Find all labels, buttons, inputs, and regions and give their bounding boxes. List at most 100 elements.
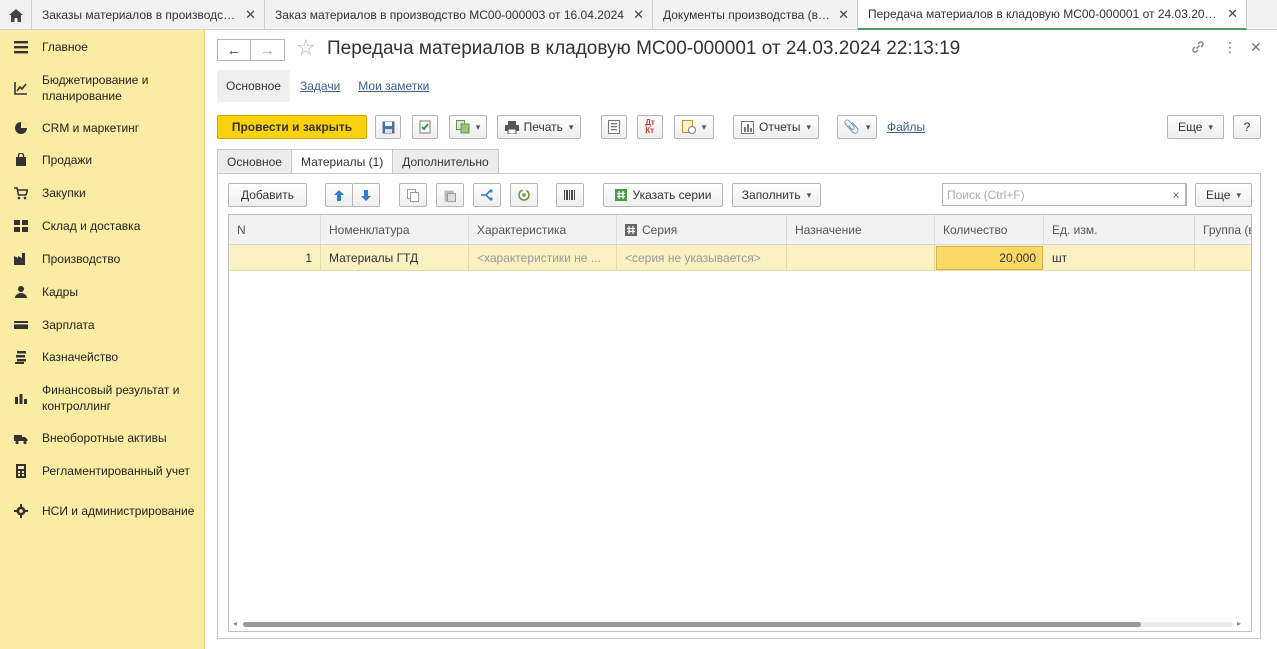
cell-unit[interactable]: шт bbox=[1044, 245, 1195, 271]
sidebar-item-regulated-accounting[interactable]: Регламентированный учет bbox=[0, 462, 205, 480]
sidebar-item-sales[interactable]: Продажи bbox=[0, 151, 205, 169]
window-tab-order-doc[interactable]: Заказ материалов в производство МС00-000… bbox=[265, 0, 653, 30]
home-icon bbox=[8, 8, 23, 22]
reports-label: Отчеты bbox=[758, 120, 801, 134]
sidebar-item-label: НСИ и администрирование bbox=[42, 504, 195, 518]
close-icon[interactable]: ✕ bbox=[1250, 39, 1262, 56]
column-header-characteristic[interactable]: Характеристика bbox=[469, 215, 617, 245]
paste-button[interactable] bbox=[436, 183, 464, 207]
sidebar-item-crm[interactable]: CRM и маркетинг bbox=[0, 119, 205, 137]
structure-button[interactable] bbox=[601, 115, 627, 139]
column-header-purpose[interactable]: Назначение bbox=[787, 215, 935, 245]
tab-additional[interactable]: Дополнительно bbox=[392, 149, 499, 174]
cell-quantity[interactable]: 20,000 bbox=[936, 246, 1043, 270]
move-down-button[interactable] bbox=[352, 183, 380, 207]
sidebar-item-label: Зарплата bbox=[42, 318, 95, 332]
sidebar-item-label: Продажи bbox=[42, 153, 93, 167]
sidebar-item-production[interactable]: Производство bbox=[0, 250, 205, 268]
column-header-n[interactable]: N bbox=[229, 215, 321, 245]
help-button[interactable]: ? bbox=[1233, 115, 1261, 139]
window-tab-orders[interactable]: Заказы материалов в производство ✕ bbox=[32, 0, 265, 30]
fill-button[interactable]: Заполнить bbox=[732, 183, 821, 207]
search-input[interactable]: Поиск (Ctrl+F) bbox=[942, 183, 1186, 206]
column-header-series[interactable]: Серия bbox=[617, 215, 787, 245]
window-tab-transfer-doc[interactable]: Передача материалов в кладовую МС00-0000… bbox=[858, 0, 1247, 30]
sidebar-item-budgeting[interactable]: Бюджетирование и планирование bbox=[0, 72, 205, 104]
table-more-button[interactable]: Еще bbox=[1195, 183, 1252, 207]
chart-line-icon bbox=[14, 82, 27, 95]
column-header-unit[interactable]: Ед. изм. bbox=[1044, 215, 1195, 245]
back-button[interactable]: ← bbox=[217, 39, 251, 61]
copy-icon bbox=[407, 188, 419, 202]
tab-materials[interactable]: Материалы (1) bbox=[290, 149, 394, 174]
sidebar-item-main[interactable]: Главное bbox=[0, 38, 205, 56]
close-icon[interactable]: ✕ bbox=[1227, 6, 1238, 22]
cell-n[interactable]: 1 bbox=[229, 245, 321, 271]
print-button[interactable]: Печать bbox=[497, 115, 581, 139]
refresh-row-button[interactable] bbox=[510, 183, 538, 207]
sidebar-item-label: Закупки bbox=[42, 186, 86, 200]
table-header: N Номенклатура Характеристика Серия Назн… bbox=[229, 215, 1251, 245]
sidebar-item-label: Склад и доставка bbox=[42, 219, 141, 233]
horizontal-scrollbar[interactable]: ◂ ▸ bbox=[233, 619, 1247, 629]
sidebar-item-label: CRM и маркетинг bbox=[42, 121, 140, 135]
create-based-on-icon bbox=[455, 120, 470, 134]
favorite-star-icon[interactable]: ☆ bbox=[296, 37, 316, 59]
close-icon[interactable]: ✕ bbox=[245, 7, 256, 23]
window-tab-production-docs[interactable]: Документы производства (все) ✕ bbox=[653, 0, 858, 30]
debit-credit-button[interactable]: Дт Кт bbox=[637, 115, 663, 139]
post-and-close-button[interactable]: Провести и закрыть bbox=[217, 115, 367, 139]
specify-series-button[interactable]: Указать серии bbox=[603, 183, 723, 207]
reports-button[interactable]: Отчеты bbox=[733, 115, 819, 139]
scroll-right-icon[interactable]: ▸ bbox=[1237, 619, 1241, 628]
save-button[interactable] bbox=[375, 115, 401, 139]
more-vertical-icon[interactable]: ⋮ bbox=[1223, 39, 1237, 56]
column-header-group[interactable]: Группа (в bbox=[1195, 215, 1251, 245]
cell-series[interactable]: <серия не указывается> bbox=[617, 245, 787, 271]
tab-main[interactable]: Основное bbox=[217, 149, 292, 174]
related-documents-button[interactable] bbox=[674, 115, 714, 139]
cell-group[interactable] bbox=[1195, 245, 1251, 271]
column-header-quantity[interactable]: Количество bbox=[935, 215, 1044, 245]
section-notes-link[interactable]: Мои заметки bbox=[358, 79, 429, 93]
copy-row-button[interactable] bbox=[399, 183, 427, 207]
scroll-left-icon[interactable]: ◂ bbox=[233, 619, 237, 628]
create-based-on-button[interactable] bbox=[449, 115, 487, 139]
more-button[interactable]: Еще bbox=[1167, 115, 1224, 139]
table-row[interactable]: 1 Материалы ГТД <характеристики не ... <… bbox=[229, 245, 1251, 271]
sidebar-item-warehouse[interactable]: Склад и доставка bbox=[0, 217, 205, 235]
section-main[interactable]: Основное bbox=[217, 70, 290, 102]
move-up-button[interactable] bbox=[325, 183, 353, 207]
close-icon[interactable]: ✕ bbox=[633, 7, 644, 23]
sidebar-item-salary[interactable]: Зарплата bbox=[0, 316, 205, 334]
split-row-button[interactable] bbox=[473, 183, 501, 207]
gear-icon bbox=[14, 504, 28, 518]
sidebar-item-purchases[interactable]: Закупки bbox=[0, 184, 205, 202]
sidebar-item-hr[interactable]: Кадры bbox=[0, 283, 205, 301]
sidebar-item-treasury[interactable]: Казначейство bbox=[0, 348, 205, 366]
section-tasks-link[interactable]: Задачи bbox=[300, 79, 340, 93]
barcode-button[interactable] bbox=[556, 183, 584, 207]
tab-label: Основное bbox=[227, 154, 282, 169]
window-tab-label: Передача материалов в кладовую МС00-0000… bbox=[868, 7, 1219, 21]
sidebar-item-admin[interactable]: НСИ и администрирование bbox=[0, 495, 205, 527]
document-list-icon bbox=[608, 120, 620, 134]
sidebar-item-fixed-assets[interactable]: Внеоборотные активы bbox=[0, 429, 205, 447]
cell-characteristic[interactable]: <характеристики не ... bbox=[469, 245, 617, 271]
forward-button[interactable]: → bbox=[251, 39, 285, 61]
attachments-button[interactable]: 📎 bbox=[837, 115, 877, 139]
files-link[interactable]: Файлы bbox=[887, 120, 925, 134]
link-icon[interactable] bbox=[1190, 39, 1206, 55]
cell-nomenclature[interactable]: Материалы ГТД bbox=[321, 245, 469, 271]
scroll-thumb[interactable] bbox=[243, 622, 1141, 627]
close-icon[interactable]: ✕ bbox=[838, 7, 849, 23]
post-button[interactable] bbox=[412, 115, 438, 139]
column-header-nomenclature[interactable]: Номенклатура bbox=[321, 215, 469, 245]
add-row-button[interactable]: Добавить bbox=[228, 183, 307, 207]
cell-purpose[interactable] bbox=[787, 245, 935, 271]
form-sections: Основное Задачи Мои заметки bbox=[217, 70, 429, 102]
arrow-up-icon bbox=[334, 189, 344, 201]
search-clear-button[interactable]: × bbox=[1166, 183, 1187, 206]
home-button[interactable] bbox=[0, 0, 32, 30]
sidebar-item-financial-result[interactable]: Финансовый результат и контроллинг bbox=[0, 382, 205, 414]
